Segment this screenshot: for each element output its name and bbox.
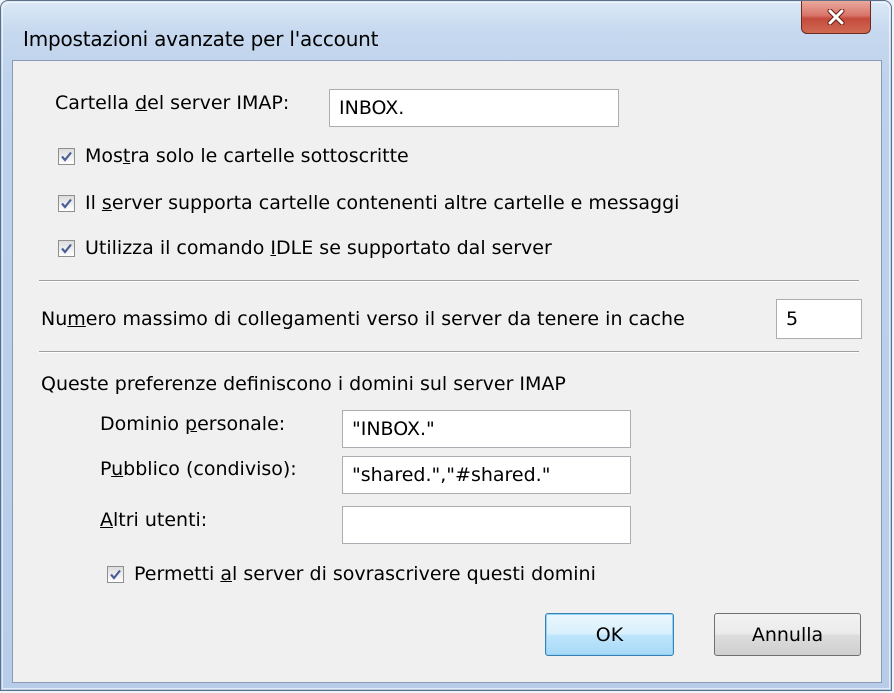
separator — [39, 351, 859, 353]
checkmark-icon — [61, 198, 72, 209]
checkmark-icon — [61, 151, 72, 162]
show-subscribed-folders-checkbox[interactable] — [58, 147, 75, 165]
close-button[interactable] — [801, 1, 871, 34]
public-namespace-input[interactable] — [342, 456, 631, 494]
imap-folder-label: Cartella del server IMAP: — [55, 92, 290, 114]
use-idle-command-label: Utilizza il comando IDLE se supportato d… — [85, 237, 552, 259]
show-subscribed-folders-option[interactable]: Mostra solo le cartelle sottoscritte — [58, 145, 409, 167]
use-idle-command-option[interactable]: Utilizza il comando IDLE se supportato d… — [58, 237, 552, 259]
checkmark-icon — [61, 243, 72, 254]
cache-connections-label: Numero massimo di collegamenti verso il … — [41, 308, 685, 330]
namespaces-heading: Queste preferenze definiscono i domini s… — [41, 373, 566, 395]
server-supports-nested-label: Il server supporta cartelle contenenti a… — [85, 192, 680, 214]
close-x-icon — [826, 9, 846, 25]
dialog-window: Impostazioni avanzate per l'account Cart… — [0, 0, 892, 691]
ok-button[interactable]: OK — [545, 613, 674, 656]
checkmark-icon — [110, 569, 121, 580]
use-idle-command-checkbox[interactable] — [58, 239, 75, 257]
separator — [39, 280, 859, 282]
imap-folder-input[interactable] — [329, 89, 619, 127]
personal-namespace-label: Dominio personale: — [100, 413, 286, 435]
allow-server-override-label: Permetti al server di sovrascrivere ques… — [134, 563, 596, 585]
allow-server-override-option[interactable]: Permetti al server di sovrascrivere ques… — [107, 563, 596, 585]
cache-connections-input[interactable] — [776, 299, 862, 339]
allow-server-override-checkbox[interactable] — [107, 565, 124, 583]
server-supports-nested-checkbox[interactable] — [58, 194, 75, 212]
other-users-namespace-label: Altri utenti: — [100, 509, 208, 531]
dialog-content: Cartella del server IMAP: Mostra solo le… — [12, 60, 882, 683]
public-namespace-label: Pubblico (condiviso): — [100, 458, 297, 480]
cancel-button[interactable]: Annulla — [714, 613, 861, 656]
personal-namespace-input[interactable] — [342, 410, 631, 448]
other-users-namespace-input[interactable] — [342, 506, 631, 544]
server-supports-nested-option[interactable]: Il server supporta cartelle contenenti a… — [58, 192, 679, 214]
window-title: Impostazioni avanzate per l'account — [23, 27, 379, 51]
show-subscribed-folders-label: Mostra solo le cartelle sottoscritte — [85, 145, 409, 167]
